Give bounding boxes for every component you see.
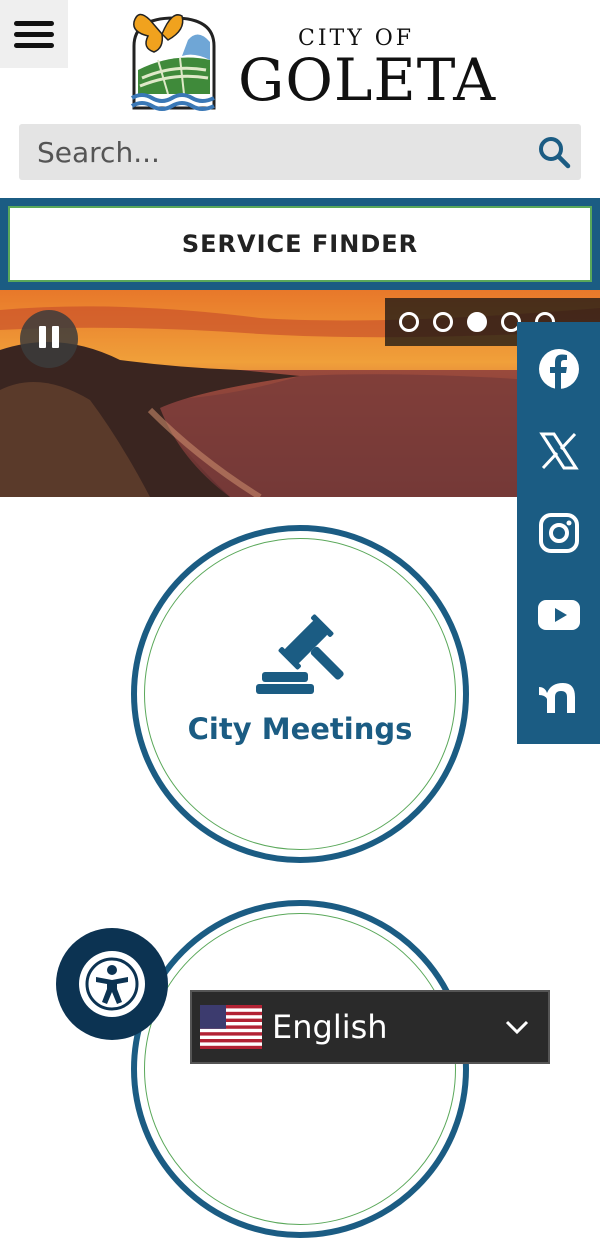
logo-text-goleta: GOLETA [238, 46, 497, 114]
youtube-icon[interactable] [536, 592, 582, 638]
slide-dot-3[interactable] [467, 312, 487, 332]
nextdoor-icon[interactable] [536, 674, 582, 720]
search-icon[interactable] [537, 135, 571, 169]
language-label: English [272, 1008, 388, 1046]
slide-dot-2[interactable] [433, 312, 453, 332]
search-bar [19, 124, 581, 180]
pause-icon [36, 326, 62, 352]
facebook-icon[interactable] [536, 346, 582, 392]
slide-dot-1[interactable] [399, 312, 419, 332]
us-flag-icon [200, 1005, 262, 1049]
service-finder-button[interactable]: SERVICE FINDER [8, 206, 592, 282]
slideshow-pause-button[interactable] [20, 310, 78, 368]
hamburger-menu-icon [14, 15, 54, 54]
gavel-icon [256, 614, 344, 694]
accessibility-button[interactable] [56, 928, 168, 1040]
service-finder-label: SERVICE FINDER [181, 230, 419, 258]
city-meetings-label: City Meetings [187, 712, 413, 746]
x-icon[interactable] [536, 428, 582, 474]
quick-link-circle-2[interactable] [131, 900, 469, 1238]
search-input[interactable] [19, 124, 519, 180]
language-selector[interactable]: English [190, 990, 550, 1064]
ring-inner-border [144, 913, 456, 1225]
instagram-icon[interactable] [536, 510, 582, 556]
service-finder-banner: SERVICE FINDER [0, 198, 600, 290]
accessibility-icon [79, 951, 145, 1017]
menu-button[interactable] [0, 0, 68, 68]
city-logo[interactable]: CITY OF GOLETA [128, 8, 495, 114]
logo-emblem-icon [130, 13, 216, 111]
chevron-down-icon [505, 1020, 529, 1035]
social-media-sidebar [517, 322, 600, 744]
